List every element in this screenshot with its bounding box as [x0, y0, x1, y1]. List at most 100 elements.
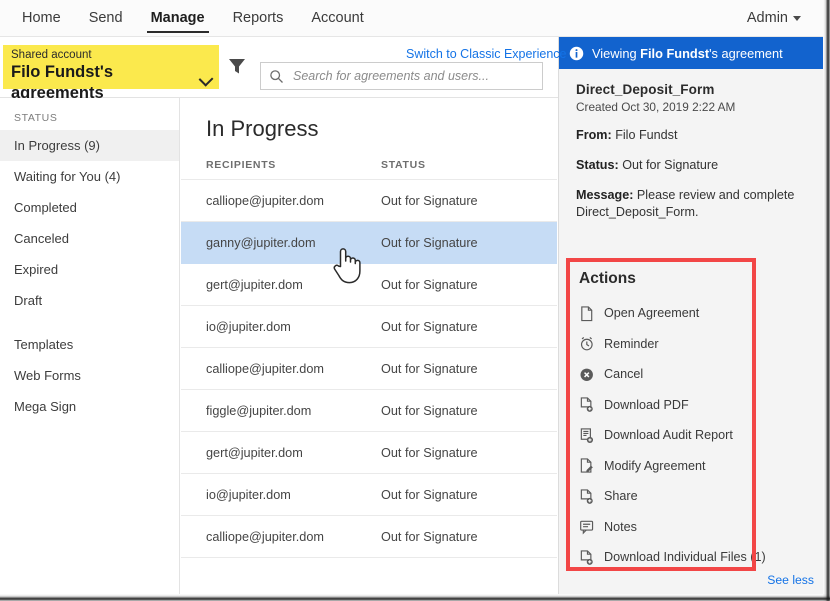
- action-label: Download Individual Files (1): [604, 550, 766, 565]
- status-value: Out for Signature: [622, 158, 719, 172]
- action-label: Cancel: [604, 367, 644, 382]
- chevron-down-icon: [793, 16, 801, 21]
- shared-account-label: Shared account: [11, 49, 92, 61]
- document-edit-icon: [580, 458, 593, 473]
- column-header-recipients: RECIPIENTS: [206, 159, 277, 171]
- sidebar-item-canceled[interactable]: Canceled: [0, 223, 179, 254]
- cell-recipient: calliope@jupiter.dom: [206, 529, 324, 544]
- viewing-banner-suffix: 's agreement: [709, 45, 783, 61]
- cell-recipient: gert@jupiter.dom: [206, 445, 303, 460]
- viewing-banner-text: Viewing Filo Fundst's agreement: [592, 46, 783, 61]
- actions-list: Open Agreement Reminder Cancel Download PDF…: [579, 298, 766, 573]
- action-open-agreement[interactable]: Open Agreement: [579, 298, 752, 329]
- actions-title: Actions: [579, 270, 636, 287]
- sidebar: STATUS In Progress (9) Waiting for You (4…: [0, 98, 180, 594]
- sidebar-item-expired[interactable]: Expired: [0, 254, 179, 285]
- actions-panel: Actions Open Agreement Reminder Cancel Down…: [570, 262, 766, 567]
- cancel-circle-x-icon: [580, 368, 593, 381]
- nav-tab-home[interactable]: Home: [8, 0, 75, 37]
- action-label: Download Audit Report: [604, 428, 733, 443]
- sidebar-item-web-forms[interactable]: Web Forms: [0, 360, 179, 391]
- page-title: In Progress: [206, 116, 319, 141]
- switch-to-classic-link[interactable]: Switch to Classic Experience: [406, 47, 566, 61]
- sidebar-heading-status: STATUS: [14, 112, 58, 124]
- agreement-from: From: Filo Fundst: [576, 127, 823, 144]
- sidebar-item-waiting-for-you-4[interactable]: Waiting for You (4): [0, 161, 179, 192]
- nav-tab-send[interactable]: Send: [75, 0, 137, 37]
- admin-menu[interactable]: Admin: [747, 0, 801, 37]
- sidebar-divider: [0, 316, 179, 329]
- table-row[interactable]: ganny@jupiter.dom Out for Signature: [181, 222, 557, 264]
- agreement-rows: calliope@jupiter.dom Out for Signature gan…: [181, 179, 557, 558]
- document-share-icon: [580, 489, 593, 504]
- cell-recipient: calliope@jupiter.dom: [206, 193, 324, 208]
- filter-button[interactable]: [226, 55, 248, 77]
- viewing-banner-prefix: Viewing: [592, 45, 641, 61]
- table-row[interactable]: io@jupiter.dom Out for Signature: [181, 474, 557, 516]
- see-less-link[interactable]: See less: [767, 573, 814, 587]
- cell-status: Out for Signature: [381, 319, 478, 334]
- admin-menu-label: Admin: [746, 10, 788, 26]
- action-download-audit-report[interactable]: Download Audit Report: [579, 420, 752, 451]
- window-edge-bottom: [0, 594, 830, 601]
- agreement-message: Message: Please review and complete Dire…: [576, 187, 823, 221]
- sidebar-item-in-progress-9[interactable]: In Progress (9): [0, 130, 179, 161]
- search-input[interactable]: [291, 68, 534, 84]
- action-notes[interactable]: Notes: [579, 512, 752, 543]
- action-download-individual-files-1[interactable]: Download Individual Files (1): [579, 542, 766, 573]
- nav-tab-account[interactable]: Account: [297, 0, 377, 37]
- action-download-pdf[interactable]: Download PDF: [579, 390, 752, 421]
- from-value: Filo Fundst: [615, 128, 678, 142]
- sidebar-item-mega-sign[interactable]: Mega Sign: [0, 391, 179, 422]
- cell-recipient: io@jupiter.dom: [206, 319, 291, 334]
- filter-icon: [229, 59, 245, 74]
- search-icon: [270, 69, 283, 83]
- table-row[interactable]: io@jupiter.dom Out for Signature: [181, 306, 557, 348]
- audit-report-download-icon: [580, 428, 594, 443]
- table-row[interactable]: figgle@jupiter.dom Out for Signature: [181, 390, 557, 432]
- sidebar-item-templates[interactable]: Templates: [0, 329, 179, 360]
- from-label: From:: [576, 128, 612, 142]
- sidebar-item-draft[interactable]: Draft: [0, 285, 179, 316]
- sidebar-status-list: In Progress (9) Waiting for You (4) Comple…: [0, 130, 179, 316]
- status-label: Status:: [576, 158, 619, 172]
- notes-icon: [580, 520, 594, 535]
- cell-recipient: gert@jupiter.dom: [206, 277, 303, 292]
- column-header-status: STATUS: [381, 159, 426, 171]
- table-row[interactable]: calliope@jupiter.dom Out for Signature: [181, 516, 557, 558]
- agreement-detail-body: Direct_Deposit_Form Created Oct 30, 2019…: [559, 69, 823, 221]
- table-row[interactable]: gert@jupiter.dom Out for Signature: [181, 264, 557, 306]
- app-window: Home Send Manage Reports Account Admin Share…: [0, 0, 830, 601]
- table-row[interactable]: calliope@jupiter.dom Out for Signature: [181, 180, 557, 222]
- viewing-banner-account-name: Filo Fundst: [640, 45, 710, 61]
- nav-tabs: Home Send Manage Reports Account: [8, 0, 378, 37]
- cell-status: Out for Signature: [381, 361, 478, 376]
- agreement-name: Direct_Deposit_Form: [576, 82, 715, 97]
- cell-status: Out for Signature: [381, 277, 478, 292]
- action-cancel[interactable]: Cancel: [579, 359, 752, 390]
- cell-status: Out for Signature: [381, 235, 478, 250]
- agreements-list-panel: In Progress RECIPIENTS STATUS calliope@j…: [181, 98, 557, 594]
- cell-status: Out for Signature: [381, 403, 478, 418]
- action-modify-agreement[interactable]: Modify Agreement: [579, 451, 752, 482]
- sidebar-item-completed[interactable]: Completed: [0, 192, 179, 223]
- document-icon: [581, 306, 593, 321]
- shared-account-switcher[interactable]: Shared account Filo Fundst's agreements: [3, 45, 219, 102]
- action-label: Notes: [604, 519, 637, 534]
- cell-recipient: figgle@jupiter.dom: [206, 403, 312, 418]
- nav-tab-reports[interactable]: Reports: [219, 0, 298, 37]
- action-reminder[interactable]: Reminder: [579, 329, 752, 360]
- info-icon: [569, 46, 584, 60]
- message-label: Message:: [576, 188, 634, 202]
- agreement-status: Status: Out for Signature: [576, 157, 823, 174]
- nav-tab-manage[interactable]: Manage: [137, 0, 219, 37]
- action-label: Modify Agreement: [604, 458, 706, 473]
- action-share[interactable]: Share: [579, 481, 752, 512]
- table-row[interactable]: gert@jupiter.dom Out for Signature: [181, 432, 557, 474]
- cell-status: Out for Signature: [381, 445, 478, 460]
- search-box[interactable]: [260, 62, 543, 90]
- action-label: Share: [604, 489, 638, 504]
- action-label: Download PDF: [604, 397, 689, 412]
- action-label: Reminder: [604, 336, 659, 351]
- table-row[interactable]: calliope@jupiter.dom Out for Signature: [181, 348, 557, 390]
